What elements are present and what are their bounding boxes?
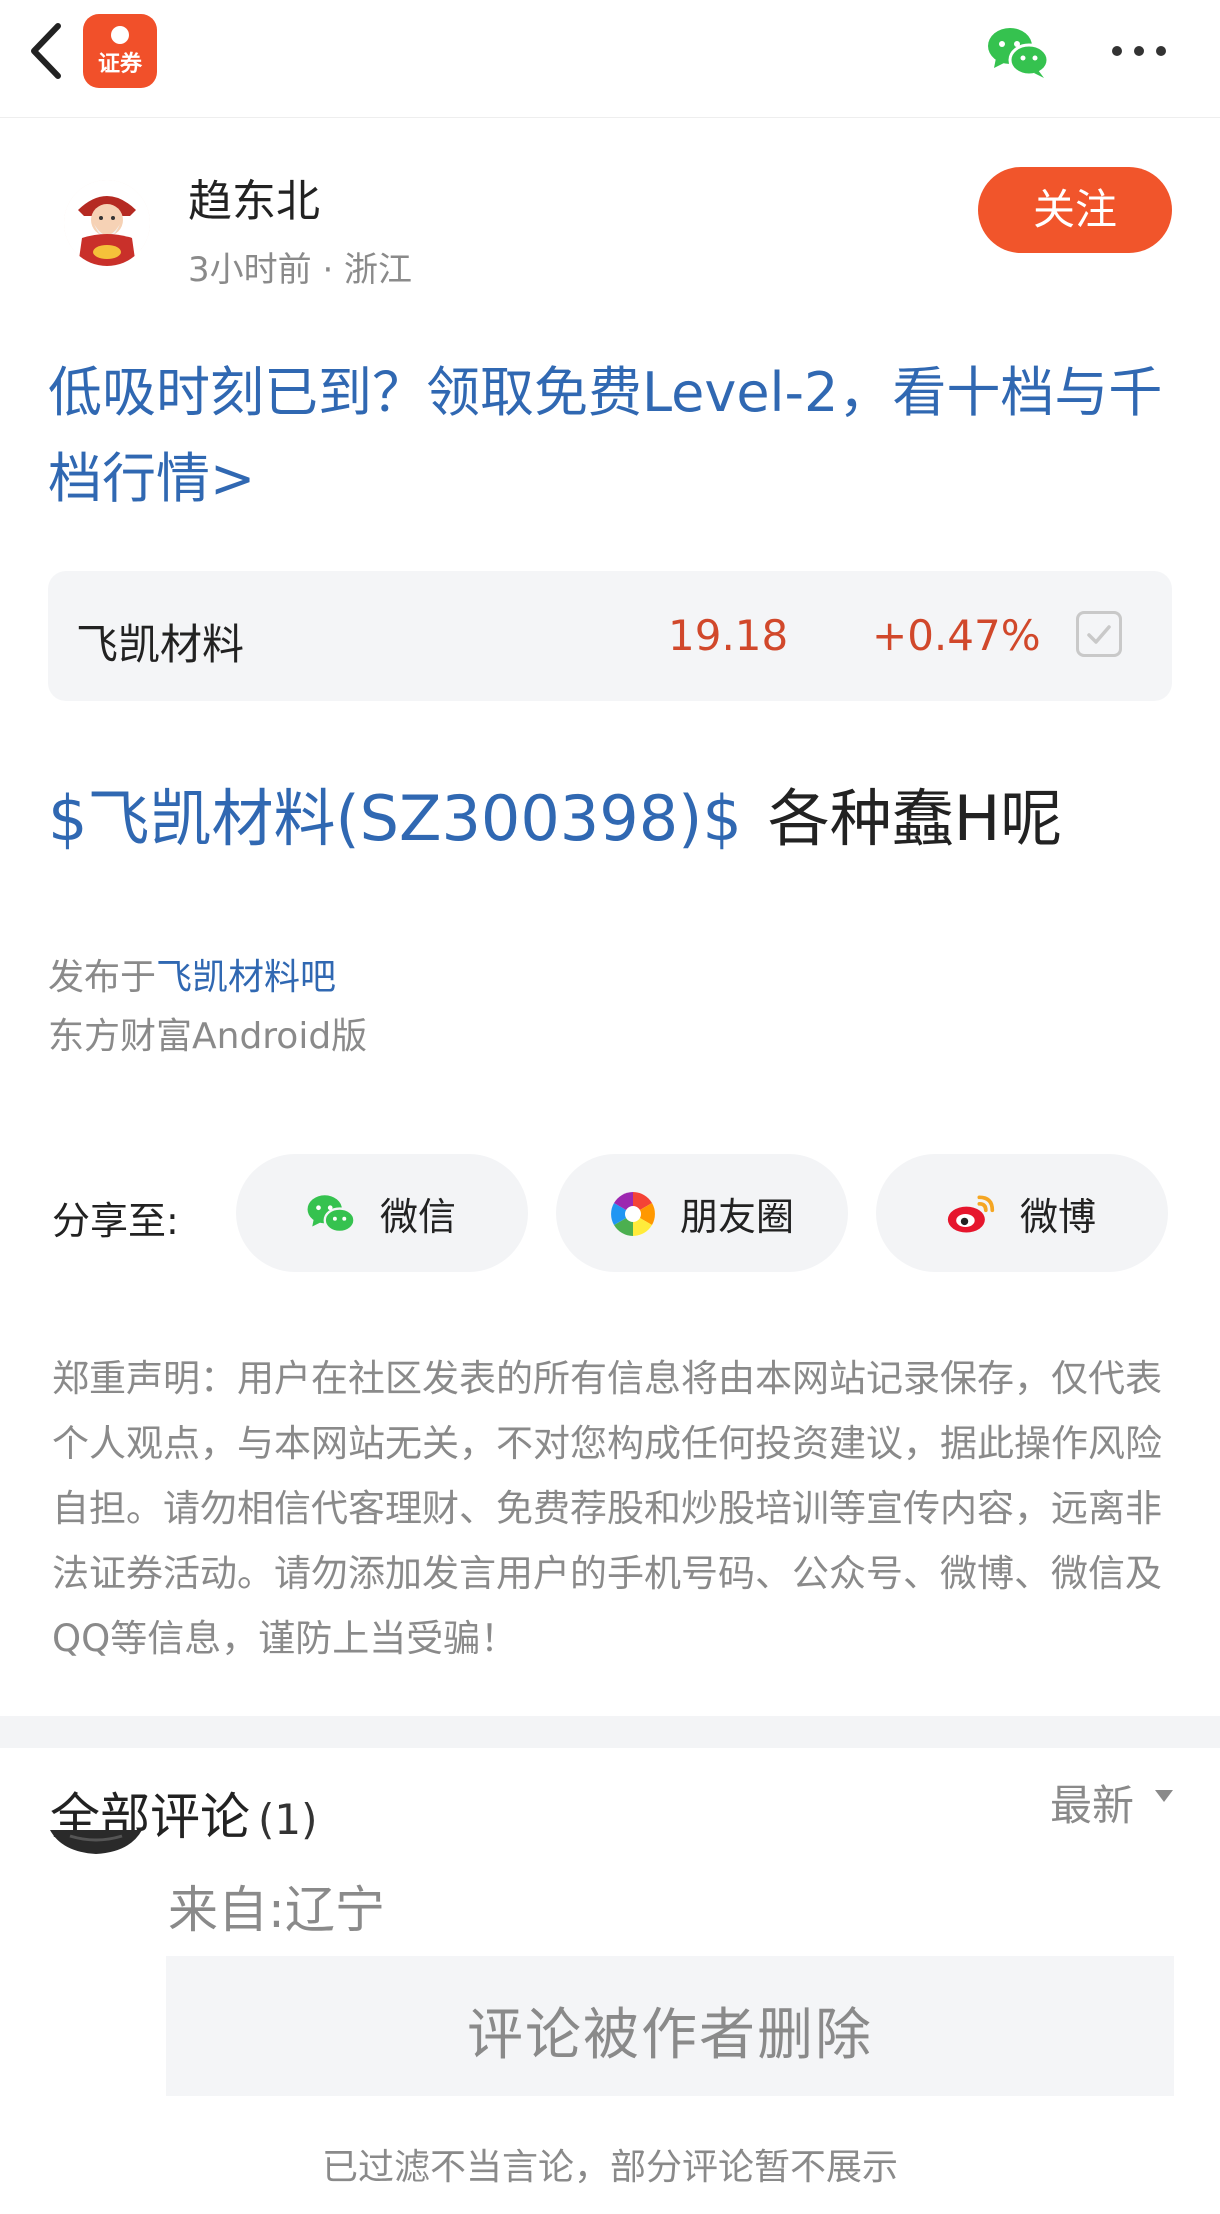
stock-price: 19.18 bbox=[668, 611, 789, 660]
share-weibo-button[interactable]: 微博 bbox=[876, 1154, 1168, 1272]
author-avatar[interactable] bbox=[64, 180, 150, 266]
moments-icon bbox=[611, 1192, 655, 1236]
add-watchlist-checkbox[interactable] bbox=[1076, 611, 1122, 657]
stock-tag-link[interactable]: $飞凯材料(SZ300398)$ bbox=[48, 782, 742, 855]
share-label: 分享至: bbox=[52, 1199, 179, 1243]
posted-in-prefix: 发布于 bbox=[48, 957, 157, 998]
share-moments-button[interactable]: 朋友圈 bbox=[556, 1154, 848, 1272]
disclaimer-text: 郑重声明：用户在社区发表的所有信息将由本网站记录保存，仅代表个人观点，与本网站无… bbox=[52, 1357, 1162, 1660]
section-divider bbox=[0, 1716, 1220, 1748]
wechat-icon bbox=[307, 1195, 356, 1234]
back-icon bbox=[31, 23, 61, 79]
post-time-location: 3小时前 · 浙江 bbox=[188, 250, 413, 290]
share-moments-label: 朋友圈 bbox=[680, 1195, 795, 1239]
logo-icon bbox=[111, 26, 129, 44]
follow-button[interactable]: 关注 bbox=[978, 167, 1172, 253]
caishen-avatar-icon bbox=[64, 180, 150, 266]
app-logo: 证券 bbox=[83, 14, 157, 88]
weibo-icon bbox=[947, 1195, 995, 1233]
back-button[interactable] bbox=[22, 18, 72, 84]
forum-link[interactable]: 飞凯材料吧 bbox=[156, 957, 336, 998]
wechat-icon bbox=[988, 28, 1050, 78]
share-wechat-button[interactable]: 微信 bbox=[236, 1154, 528, 1272]
stock-name: 飞凯材料 bbox=[76, 620, 245, 669]
post-content: $飞凯材料(SZ300398)$ 各种蠢H呢 bbox=[48, 768, 1062, 858]
avatar-fragment-icon bbox=[50, 1830, 142, 1854]
post-text: 各种蠢H呢 bbox=[767, 782, 1063, 855]
stock-change-percent: +0.47% bbox=[872, 611, 1041, 660]
deleted-comment-text: 评论被作者删除 bbox=[467, 2003, 873, 2068]
sort-dropdown[interactable]: 最新 bbox=[1050, 1772, 1134, 1833]
check-icon bbox=[1087, 625, 1111, 644]
caret-down-icon[interactable] bbox=[1155, 1790, 1173, 1802]
wechat-share-button[interactable] bbox=[986, 24, 1050, 80]
posted-in: 发布于飞凯材料吧 bbox=[48, 948, 336, 1000]
level2-promo-link[interactable]: 低吸时刻已到？领取免费Level-2，看十档与千档行情> bbox=[48, 350, 1178, 522]
commenter-avatar[interactable] bbox=[50, 1830, 142, 1884]
author-name[interactable]: 趋东北 bbox=[188, 165, 320, 229]
comments-count: (1) bbox=[258, 1795, 318, 1844]
post-client: 东方财富Android版 bbox=[48, 1016, 368, 1057]
app-logo-label: 证券 bbox=[97, 52, 142, 77]
share-weibo-label: 微博 bbox=[1020, 1195, 1097, 1239]
share-wechat-label: 微信 bbox=[380, 1195, 457, 1239]
deleted-comment-box: 评论被作者删除 bbox=[166, 1956, 1174, 2096]
more-button[interactable] bbox=[1112, 40, 1168, 60]
comment-location: 来自:辽宁 bbox=[168, 1881, 385, 1939]
filter-notice: 已过滤不当言论，部分评论暂不展示 bbox=[321, 2147, 898, 2188]
